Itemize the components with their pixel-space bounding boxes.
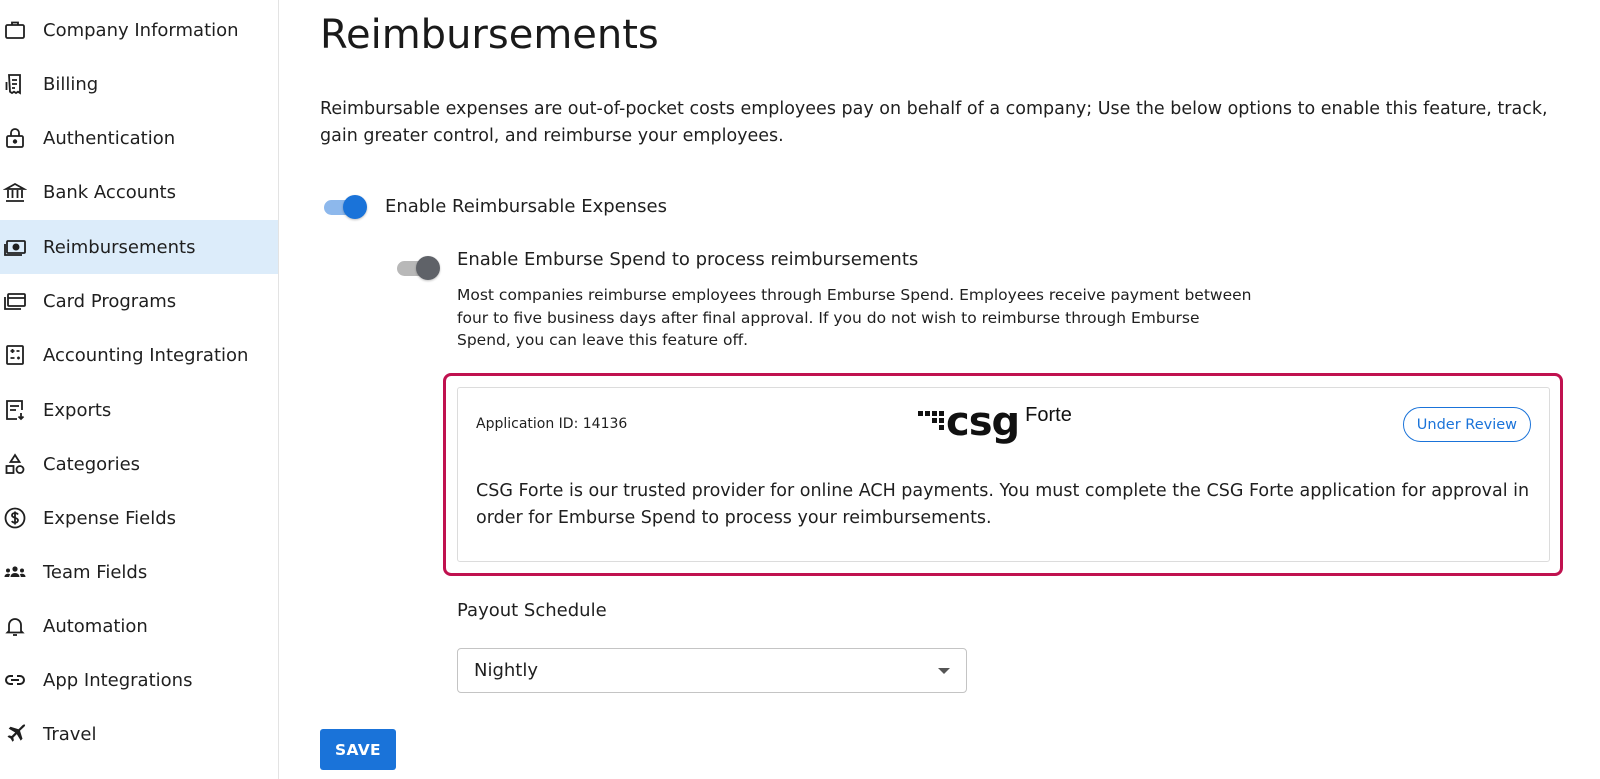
- lock-icon: [3, 126, 27, 150]
- page-title: Reimbursements: [320, 12, 659, 58]
- emburse-spend-label: Enable Emburse Spend to process reimburs…: [457, 249, 919, 270]
- team-icon: [3, 560, 27, 584]
- sidebar-item-label: App Integrations: [43, 669, 193, 691]
- money-icon: [3, 235, 27, 259]
- sidebar-item-travel[interactable]: Travel: [0, 707, 278, 761]
- sidebar-item-authentication[interactable]: Authentication: [0, 111, 278, 165]
- sidebar-item-reimbursements[interactable]: Reimbursements: [0, 220, 278, 274]
- payout-schedule-select[interactable]: Nightly: [457, 648, 967, 693]
- emburse-spend-help: Most companies reimburse employees throu…: [457, 286, 1252, 349]
- sidebar-item-label: Billing: [43, 73, 99, 95]
- sidebar-item-bank-accounts[interactable]: Bank Accounts: [0, 165, 278, 219]
- sidebar-item-label: Categories: [43, 453, 141, 475]
- dollar-circle-icon: [3, 506, 27, 530]
- application-id: Application ID: 14136: [476, 416, 628, 432]
- sidebar-item-label: Travel: [43, 723, 97, 745]
- status-badge: Under Review: [1402, 407, 1531, 442]
- calculator-icon: [3, 343, 27, 367]
- csg-forte-logo: csg Forte: [918, 402, 1072, 442]
- payout-schedule-value: Nightly: [474, 660, 539, 681]
- settings-sidebar: Company Information Billing Authenticati…: [0, 0, 279, 779]
- sidebar-item-label: Expense Fields: [43, 507, 177, 529]
- provider-description: CSG Forte is our trusted provider for on…: [476, 481, 1530, 528]
- sidebar-item-accounting-integration[interactable]: Accounting Integration: [0, 328, 278, 382]
- shapes-icon: [3, 452, 27, 476]
- sidebar-item-label: Automation: [43, 615, 148, 637]
- sidebar-item-categories[interactable]: Categories: [0, 437, 278, 491]
- bank-icon: [3, 180, 27, 204]
- sidebar-item-label: Card Programs: [43, 290, 177, 312]
- airplane-icon: [3, 722, 27, 746]
- sidebar-item-label: Reimbursements: [43, 236, 196, 258]
- sidebar-item-expense-fields[interactable]: Expense Fields: [0, 491, 278, 545]
- sidebar-item-app-integrations[interactable]: App Integrations: [0, 653, 278, 707]
- cards-icon: [3, 289, 27, 313]
- sidebar-item-company-information[interactable]: Company Information: [0, 3, 278, 57]
- briefcase-icon: [3, 18, 27, 42]
- receipt-icon: [3, 72, 27, 96]
- export-icon: [3, 398, 27, 422]
- sidebar-item-label: Accounting Integration: [43, 344, 249, 366]
- sidebar-item-label: Exports: [43, 399, 112, 421]
- emburse-spend-toggle[interactable]: [395, 256, 440, 280]
- reimbursable-expenses-toggle[interactable]: [322, 195, 367, 219]
- sidebar-item-exports[interactable]: Exports: [0, 383, 278, 437]
- sidebar-item-card-programs[interactable]: Card Programs: [0, 274, 278, 328]
- payout-schedule-label: Payout Schedule: [457, 600, 607, 621]
- toggle-knob: [416, 256, 440, 280]
- sidebar-item-label: Authentication: [43, 127, 176, 149]
- caret-down-icon: [938, 668, 950, 674]
- csg-dots-icon: [918, 411, 944, 430]
- sidebar-item-team-fields[interactable]: Team Fields: [0, 545, 278, 599]
- bell-icon: [3, 614, 27, 638]
- sidebar-item-automation[interactable]: Automation: [0, 599, 278, 653]
- csg-forte-card: Application ID: 14136 csg Forte Under Re…: [457, 387, 1550, 562]
- reimbursements-settings: Reimbursements Reimbursable expenses are…: [280, 0, 1600, 779]
- link-icon: [3, 668, 27, 692]
- sidebar-item-billing[interactable]: Billing: [0, 57, 278, 111]
- logo-subtext: Forte: [1025, 404, 1072, 426]
- sidebar-item-label: Team Fields: [43, 561, 148, 583]
- save-button[interactable]: SAVE: [320, 729, 396, 770]
- sidebar-item-label: Bank Accounts: [43, 181, 176, 203]
- reimbursable-expenses-label: Enable Reimbursable Expenses: [385, 196, 667, 217]
- intro-text: Reimbursable expenses are out-of-pocket …: [320, 99, 1548, 146]
- logo-wordmark: csg: [946, 399, 1020, 445]
- sidebar-item-label: Company Information: [43, 19, 239, 41]
- toggle-knob: [343, 195, 367, 219]
